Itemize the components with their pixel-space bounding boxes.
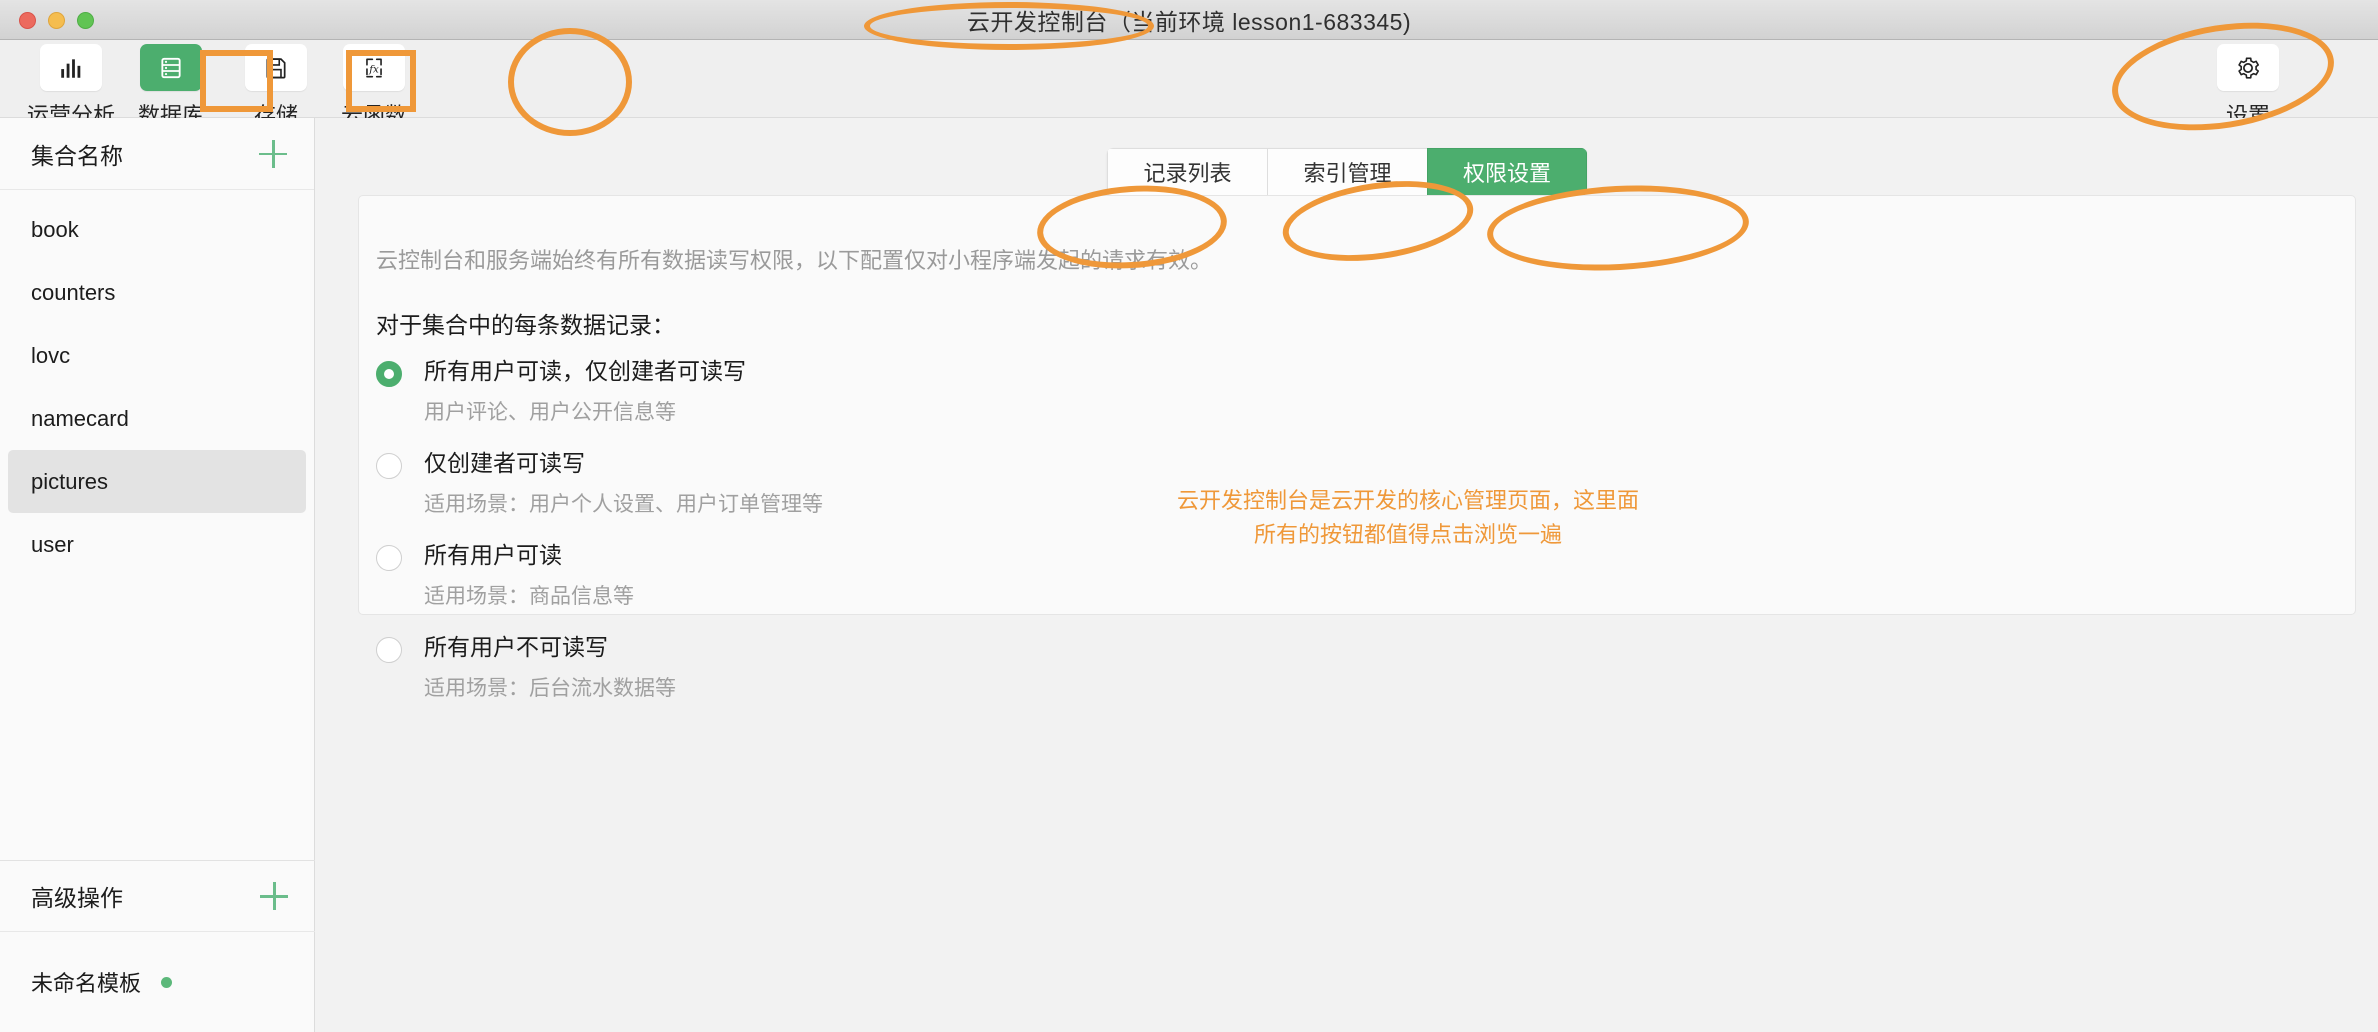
cloud-console-window: 云开发控制台（当前环境 lesson1-683345) 运营分析 <box>0 0 2378 1032</box>
list-item[interactable]: book <box>8 198 306 261</box>
radio-icon[interactable] <box>376 545 402 571</box>
permission-option-creator-only[interactable]: 仅创建者可读写 适用场景：用户个人设置、用户订单管理等 <box>376 448 823 518</box>
database-icon <box>140 44 202 91</box>
radio-icon[interactable] <box>376 637 402 663</box>
template-item[interactable]: 未命名模板 <box>0 932 315 1032</box>
collection-name: pictures <box>31 469 108 495</box>
collections-header-label: 集合名称 <box>31 137 123 171</box>
svg-text:fx: fx <box>368 63 379 75</box>
option-hint: 适用场景：用户个人设置、用户订单管理等 <box>424 488 823 518</box>
collection-name: lovc <box>31 343 70 369</box>
panel-description: 云控制台和服务端始终有所有数据读写权限，以下配置仅对小程序端发起的请求有效。 <box>376 243 1212 275</box>
window-titlebar: 云开发控制台（当前环境 lesson1-683345) <box>0 0 2378 40</box>
tab-permissions[interactable]: 权限设置 <box>1427 148 1587 196</box>
gear-icon <box>2217 44 2279 91</box>
tab-group: 记录列表 索引管理 权限设置 <box>1107 148 1587 196</box>
tab-records[interactable]: 记录列表 <box>1107 148 1267 196</box>
add-collection-icon[interactable] <box>259 140 287 168</box>
option-label: 仅创建者可读写 <box>424 450 585 476</box>
list-item[interactable]: user <box>8 513 306 576</box>
collection-name: user <box>31 532 74 558</box>
option-hint: 适用场景：后台流水数据等 <box>424 672 676 702</box>
main-toolbar: 运营分析 数据库 <box>0 40 2378 118</box>
permissions-panel: 云控制台和服务端始终有所有数据读写权限，以下配置仅对小程序端发起的请求有效。 对… <box>358 195 2356 615</box>
option-label: 所有用户不可读写 <box>424 634 608 660</box>
template-name: 未命名模板 <box>31 966 141 998</box>
option-hint: 适用场景：商品信息等 <box>424 580 634 610</box>
collections-header: 集合名称 <box>0 118 314 190</box>
collections-sidebar: 集合名称 book counters lovc namecard picture… <box>0 118 315 1032</box>
status-dot-icon <box>161 977 172 988</box>
window-title: 云开发控制台（当前环境 lesson1-683345) <box>0 0 2378 40</box>
advanced-operations-header: 高级操作 <box>0 860 315 932</box>
option-label: 所有用户可读，仅创建者可读写 <box>424 358 746 384</box>
radio-icon[interactable] <box>376 453 402 479</box>
permission-options: 所有用户可读，仅创建者可读写 用户评论、用户公开信息等 仅创建者可读写 适用场景… <box>376 356 823 724</box>
list-item[interactable]: counters <box>8 261 306 324</box>
collection-name: namecard <box>31 406 129 432</box>
permission-option-no-access[interactable]: 所有用户不可读写 适用场景：后台流水数据等 <box>376 632 823 702</box>
option-hint: 用户评论、用户公开信息等 <box>424 396 746 426</box>
fx-function-icon: fx <box>343 44 405 91</box>
panel-subtitle: 对于集合中的每条数据记录： <box>376 306 675 340</box>
list-item[interactable]: namecard <box>8 387 306 450</box>
main-content: 记录列表 索引管理 权限设置 云控制台和服务端始终有所有数据读写权限，以下配置仅… <box>316 118 2378 1032</box>
floppy-disk-icon <box>245 44 307 91</box>
sidebar-footer: 高级操作 未命名模板 <box>0 860 315 1032</box>
radio-icon-checked[interactable] <box>376 361 402 387</box>
tabbar: 记录列表 索引管理 权限设置 <box>316 118 2378 196</box>
advanced-operations-label: 高级操作 <box>31 879 123 913</box>
list-item-selected[interactable]: pictures <box>8 450 306 513</box>
collection-list: book counters lovc namecard pictures use… <box>0 190 314 576</box>
permission-option-read-only[interactable]: 所有用户可读 适用场景：商品信息等 <box>376 540 823 610</box>
option-label: 所有用户可读 <box>424 542 562 568</box>
bar-chart-icon <box>40 44 102 91</box>
permission-option-public-read[interactable]: 所有用户可读，仅创建者可读写 用户评论、用户公开信息等 <box>376 356 823 426</box>
collection-name: counters <box>31 280 115 306</box>
list-item[interactable]: lovc <box>8 324 306 387</box>
collection-name: book <box>31 217 79 243</box>
tab-index[interactable]: 索引管理 <box>1267 148 1427 196</box>
add-advanced-icon[interactable] <box>260 882 288 910</box>
